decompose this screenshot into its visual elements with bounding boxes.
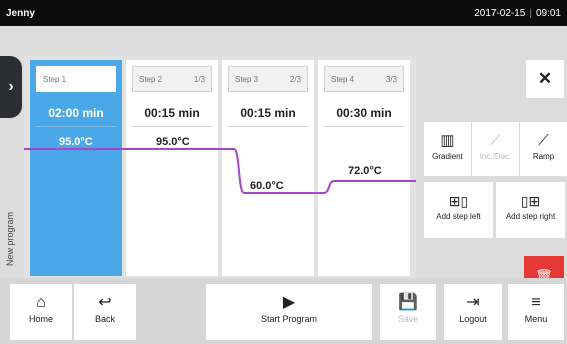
time: 09:01 (535, 8, 561, 19)
start-program-button[interactable]: ▶ Start Program (206, 284, 372, 340)
date: 2017-02-15 (474, 8, 526, 19)
program-editor: › New program Step 1 02:00 min Step 2 1/3… (0, 26, 567, 300)
close-icon[interactable]: ✕ (526, 60, 564, 98)
step-tools-panel: ✕ ▥ Gradient ⟋ Inc./Dec. ⟋ Ramp ⊞▯ Add step … (420, 56, 567, 300)
temperature-curve (24, 148, 416, 194)
back-button[interactable]: ↩ Back (74, 284, 136, 340)
inc-dec-icon: ⟋ (490, 132, 501, 149)
user-name: Jenny (6, 8, 35, 19)
ramp-button[interactable]: ⟋ Ramp (520, 122, 567, 176)
home-button[interactable]: ⌂ Home (10, 284, 72, 340)
play-icon: ▶ (282, 294, 296, 311)
menu-button[interactable]: ≡ Menu (508, 284, 564, 340)
home-icon: ⌂ (36, 294, 46, 311)
save-button[interactable]: 💾 Save (380, 284, 436, 340)
add-left-icon: ⊞▯ (448, 193, 469, 209)
inc-dec-button[interactable]: ⟋ Inc./Dec. (472, 122, 519, 176)
status-bar: Jenny 2017-02-15 | 09:01 (0, 0, 567, 26)
back-icon: ↩ (98, 294, 112, 311)
sidebar-label: New program (5, 211, 15, 266)
step-temperature[interactable]: 95.0°C (156, 136, 190, 148)
gradient-icon: ▥ (440, 132, 455, 149)
gradient-button[interactable]: ▥ Gradient (424, 122, 471, 176)
temperature-graph: Step 1 02:00 min Step 2 1/3 00:15 min Ste… (24, 56, 416, 300)
chevron-right-icon[interactable]: › (0, 56, 22, 118)
add-right-icon: ▯⊞ (520, 193, 541, 209)
logout-button[interactable]: ⇥ Logout (444, 284, 502, 340)
ramp-icon: ⟋ (538, 132, 549, 149)
logout-icon: ⇥ (466, 294, 480, 311)
bottom-nav: ⌂ Home ↩ Back ▶ Start Program 💾 Save ⇥ Logout… (0, 278, 567, 344)
add-step-right-button[interactable]: ▯⊞ Add step right (496, 182, 565, 238)
add-step-left-button[interactable]: ⊞▯ Add step left (424, 182, 493, 238)
step-temperature[interactable]: 72.0°C (348, 165, 382, 177)
menu-icon: ≡ (531, 294, 541, 311)
step-temperature[interactable]: 95.0°C (59, 136, 93, 148)
date-time: 2017-02-15 | 09:01 (474, 8, 561, 19)
save-icon: 💾 (398, 294, 418, 311)
step-temperature[interactable]: 60.0°C (250, 180, 284, 192)
